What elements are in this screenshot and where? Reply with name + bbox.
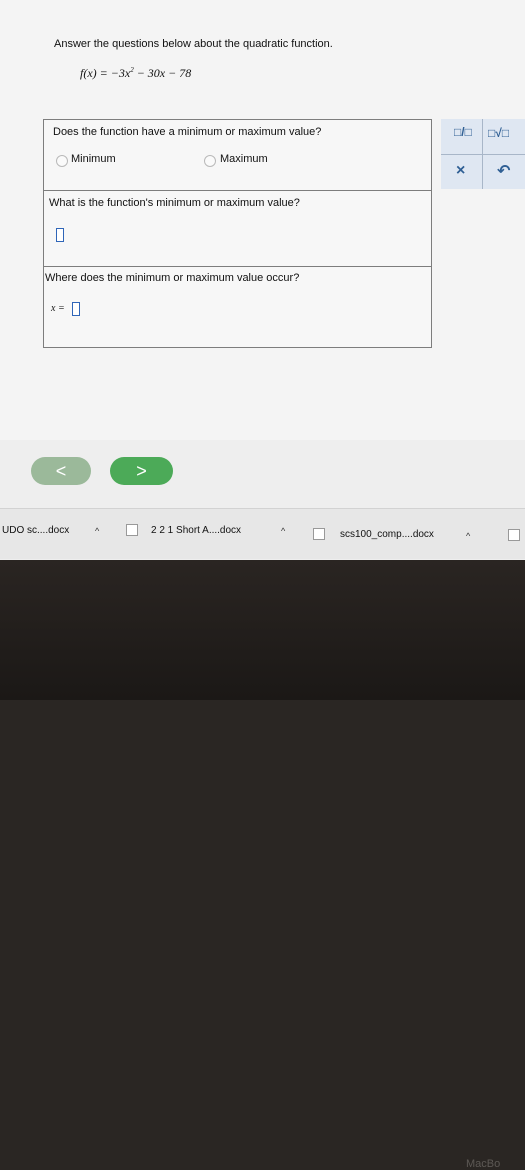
download-item-1-caret[interactable]: ^: [95, 526, 99, 536]
minimum-radio[interactable]: [56, 155, 68, 167]
fraction-button[interactable]: □/□: [454, 125, 472, 139]
square-root-button[interactable]: □√□: [488, 126, 509, 140]
docx-file-icon: [508, 529, 520, 541]
back-icon: <: [55, 460, 67, 481]
question-2-text: What is the function's minimum or maximu…: [49, 197, 300, 209]
minimum-maximum-value-input[interactable]: [56, 228, 64, 242]
back-button[interactable]: <: [31, 457, 91, 485]
download-item-2-caret[interactable]: ^: [281, 526, 285, 536]
maximum-radio[interactable]: [204, 155, 216, 167]
question-2: What is the function's minimum or maximu…: [43, 190, 432, 268]
question-1: Does the function have a minimum or maxi…: [43, 119, 432, 192]
function-rhs: − 30x − 78: [133, 66, 192, 80]
next-icon: >: [136, 460, 147, 481]
screen: Answer the questions below about the qua…: [0, 0, 525, 560]
minimum-label: Minimum: [71, 153, 116, 165]
download-item-3-caret[interactable]: ^: [466, 531, 470, 541]
function-lhs: f(x) = −3x: [80, 66, 131, 80]
math-toolbar: □/□ □√□ × ↶: [441, 119, 525, 189]
x-prefix: x =: [51, 303, 65, 314]
docx-file-icon: [126, 524, 138, 536]
question-3-text: Where does the minimum or maximum value …: [45, 272, 300, 284]
download-item-3-label[interactable]: scs100_comp....docx: [340, 529, 434, 540]
x-value-input[interactable]: [72, 302, 80, 316]
docx-file-icon: [313, 528, 325, 540]
clear-button[interactable]: ×: [456, 162, 465, 180]
worksheet: Answer the questions below about the qua…: [0, 0, 525, 485]
laptop-bezel: MacBo: [0, 560, 525, 1170]
brand-label: MacBo: [466, 1158, 501, 1170]
download-bar: UDO sc....docx ^ 2 2 1 Short A....docx ^…: [0, 508, 525, 559]
question-1-text: Does the function have a minimum or maxi…: [53, 126, 322, 138]
maximum-label: Maximum: [220, 153, 268, 165]
undo-button[interactable]: ↶: [497, 161, 510, 181]
quadratic-function: f(x) = −3x2 − 30x − 78: [80, 66, 191, 81]
download-item-2-label[interactable]: 2 2 1 Short A....docx: [151, 525, 241, 536]
download-item-1-label[interactable]: UDO sc....docx: [2, 525, 69, 536]
prompt-text: Answer the questions below about the qua…: [54, 38, 333, 50]
next-button[interactable]: >: [110, 457, 173, 485]
toolbar-divider: [441, 154, 525, 155]
question-3: Where does the minimum or maximum value …: [43, 266, 432, 348]
